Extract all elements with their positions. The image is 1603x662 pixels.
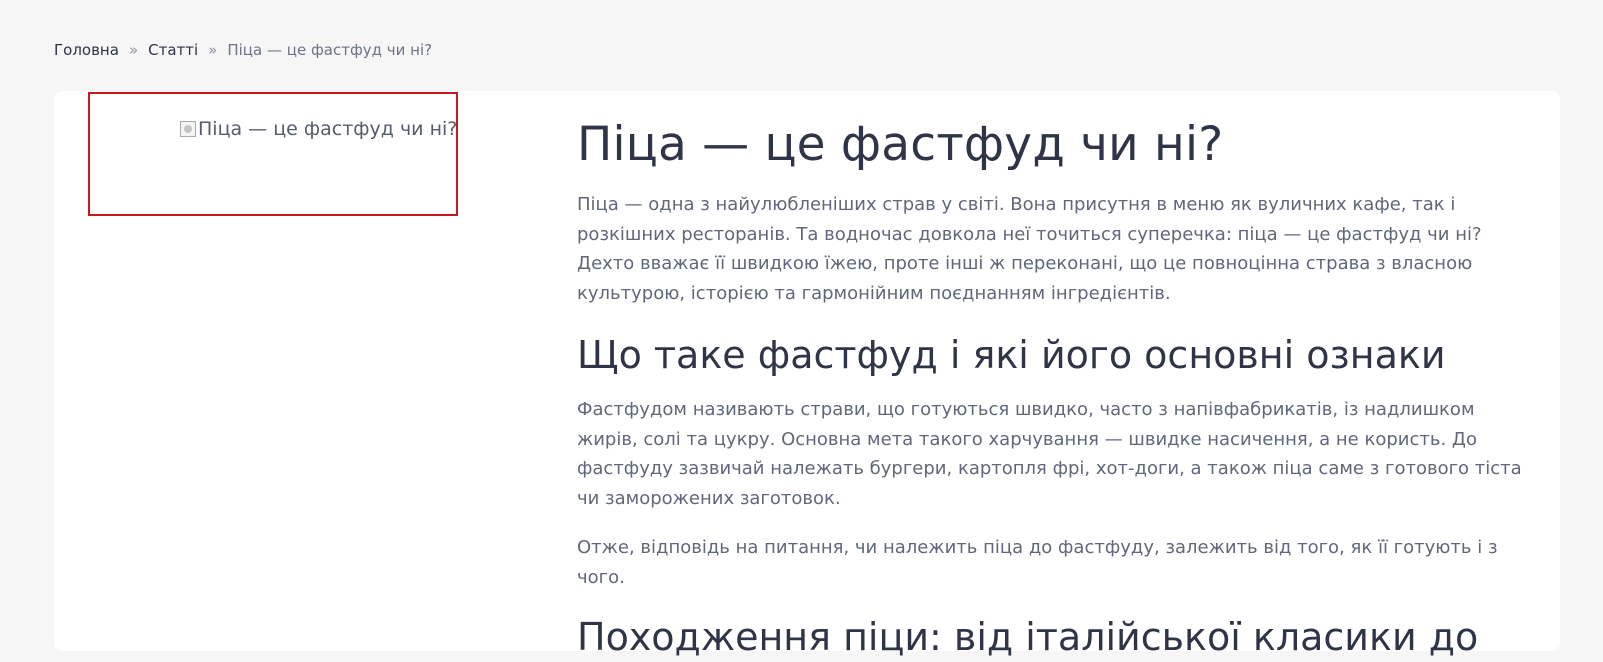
section-paragraph-fastfood-answer: Отже, відповідь на питання, чи належить … xyxy=(577,537,1498,588)
article-intro-paragraph: Піца — одна з найулюбленіших страв у сві… xyxy=(577,194,1482,304)
article-image-highlight xyxy=(88,92,458,216)
breadcrumb-separator: » xyxy=(208,41,218,59)
article-title: Піца — це фастфуд чи ні? xyxy=(577,117,1224,172)
section-paragraph-fastfood-definition: Фастфудом називають страви, що готуються… xyxy=(577,399,1522,509)
breadcrumb: Головна » Статті » Піца — це фастфуд чи … xyxy=(54,40,432,60)
breadcrumb-separator: » xyxy=(128,41,139,59)
section-heading-fastfood: Що таке фастфуд і які його основні ознак… xyxy=(577,333,1446,377)
article-image: Піца — це фастфуд чи ні? xyxy=(180,118,457,140)
breadcrumb-articles-link[interactable]: Статті xyxy=(148,41,198,59)
broken-image-icon xyxy=(180,121,196,137)
article-content: Піца — це фастфуд чи ні? Піца — одна з н… xyxy=(577,116,1537,662)
breadcrumb-home-link[interactable]: Головна xyxy=(54,41,119,59)
section-heading-origin: Походження піци: від італійської класики… xyxy=(577,615,1479,659)
breadcrumb-current-page: Піца — це фастфуд чи ні? xyxy=(227,41,433,59)
article-image-alt-text: Піца — це фастфуд чи ні? xyxy=(198,118,458,140)
